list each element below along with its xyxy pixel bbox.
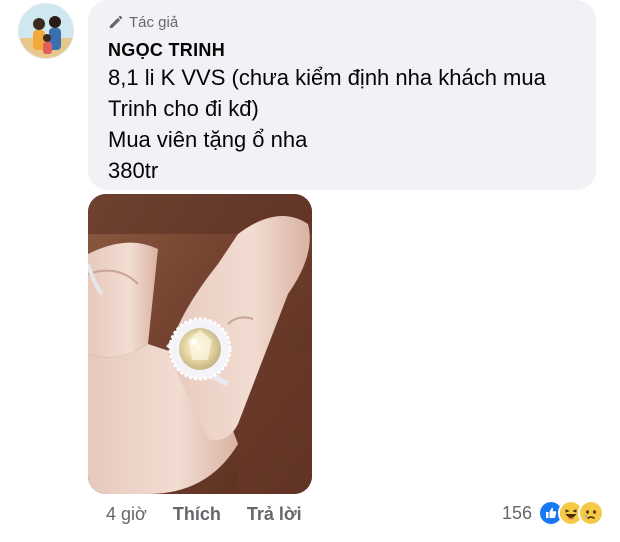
comment-line: 8,1 li K VVS (chưa kiểm định nha khách m… xyxy=(108,65,546,90)
author-name[interactable]: NGỌC TRINH xyxy=(108,40,225,61)
attached-photo[interactable] xyxy=(88,194,312,494)
author-badge-label: Tác giả xyxy=(129,13,179,31)
reply-button[interactable]: Trả lời xyxy=(247,504,302,525)
reaction-count: 156 xyxy=(501,502,532,523)
comment-line: Trinh cho đi kđ) xyxy=(108,96,259,121)
author-badge: Tác giả xyxy=(108,12,178,32)
sad-icon xyxy=(578,500,604,526)
comment-timestamp[interactable]: 4 giờ xyxy=(106,504,147,525)
reaction-summary[interactable]: 156 xyxy=(502,500,604,526)
reaction-icons xyxy=(538,500,604,526)
like-button[interactable]: Thích xyxy=(173,504,221,525)
pencil-icon xyxy=(109,15,123,28)
comment-bubble: Tác giả NGỌC TRINH 8,1 li K VVS (chưa ki… xyxy=(88,0,596,190)
comment-line: Mua viên tặng ổ nha xyxy=(108,127,308,152)
ring-photo xyxy=(88,194,312,494)
comment-actions: 4 giờ Thích Trả lời xyxy=(106,502,328,526)
avatar-image xyxy=(19,4,73,58)
avatar[interactable] xyxy=(18,3,74,59)
comment-text: 8,1 li K VVS (chưa kiểm định nha khách m… xyxy=(108,62,578,186)
comment: Tác giả NGỌC TRINH 8,1 li K VVS (chưa ki… xyxy=(0,0,620,542)
comment-line: 380tr xyxy=(108,158,159,183)
